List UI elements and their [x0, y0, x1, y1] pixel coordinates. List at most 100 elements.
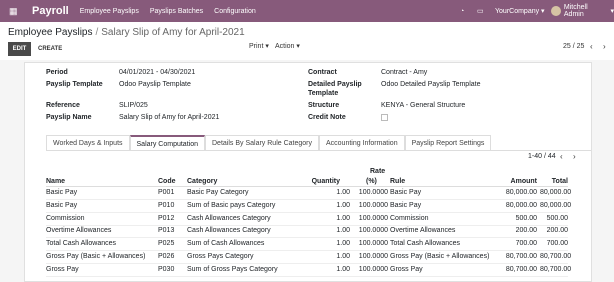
table-row[interactable]: Basic Pay P010 Sum of Basic pays Category 1…: [46, 200, 571, 213]
tabs-divider: [46, 150, 591, 151]
cell-name: Gross Pay (Basic + Allowances): [46, 253, 146, 260]
cell-amount: 80,000.00: [505, 201, 537, 209]
cell-total: 80,000.00: [540, 189, 572, 196]
cell-total: 200.00: [546, 227, 568, 235]
action-dropdown[interactable]: Action ▾: [275, 42, 300, 52]
table-row[interactable]: Gross Pay P030 Sum of Gross Pays Category 1…: [46, 264, 572, 277]
cell-rule: Gross Pay (Basic + Allowances): [390, 253, 490, 260]
payslip-name-value: Salary Slip of Amy for April-2021: [119, 114, 220, 121]
table-row[interactable]: Basic Pay P001 Basic Pay Category 1.00 100.0…: [46, 187, 572, 200]
top-navbar: ▦ Payroll Employee Payslips Payslips Bat…: [0, 0, 614, 22]
cell-quantity: 1.00: [336, 214, 350, 222]
user-menu[interactable]: Mitchell Admin ▾: [551, 0, 614, 22]
cell-rate: 100.0000: [358, 265, 388, 273]
col-name[interactable]: Name: [46, 178, 65, 185]
tab-salary-computation[interactable]: Salary Computation: [129, 135, 205, 151]
cell-total: 700.00: [546, 240, 568, 248]
menu-employee-payslips[interactable]: Employee Payslips: [80, 8, 139, 15]
cell-name: Commission: [46, 214, 85, 222]
credit-note-label: Credit Note: [308, 114, 346, 121]
cell-amount: 80,700.00: [505, 253, 537, 260]
menu-payslips-batches[interactable]: Payslips Batches: [150, 8, 203, 15]
payslip-template-label: Payslip Template: [46, 81, 103, 88]
col-rate-line1[interactable]: Rate: [370, 168, 385, 175]
cell-rate: 100.0000: [358, 189, 388, 196]
payslip-template-value[interactable]: Odoo Payslip Template: [119, 81, 191, 88]
print-label: Print: [249, 43, 264, 50]
print-dropdown[interactable]: Print ▾: [249, 42, 269, 52]
cell-name: Overtime Allowances: [46, 227, 112, 235]
discuss-chat-icon[interactable]: ▭: [477, 0, 484, 22]
reference-label: Reference: [46, 102, 80, 109]
col-category[interactable]: Category: [187, 178, 217, 185]
cell-amount: 700.00: [515, 240, 537, 248]
company-switcher[interactable]: YourCompany ▾: [495, 0, 545, 22]
col-quantity[interactable]: Quantity: [300, 178, 340, 185]
table-pager: 1-40 / 44: [528, 153, 556, 160]
tab-accounting-information[interactable]: Accounting Information: [319, 135, 405, 151]
cell-rate: 100.0000: [358, 227, 388, 235]
cell-code: P013: [158, 227, 175, 235]
cell-rate: 100.0000: [358, 240, 388, 248]
create-button[interactable]: CREATE: [38, 42, 62, 56]
structure-value[interactable]: KENYA - General Structure: [381, 102, 465, 109]
tab-worked-days[interactable]: Worked Days & Inputs: [46, 135, 130, 151]
tab-details-by-category[interactable]: Details By Salary Rule Category: [205, 135, 319, 151]
cell-code: P012: [158, 214, 175, 222]
cell-total: 500.00: [546, 214, 568, 222]
user-avatar: [551, 6, 561, 16]
cell-amount: 80,700.00: [505, 265, 537, 273]
apps-menu-icon[interactable]: ▦: [9, 6, 21, 17]
table-next-icon[interactable]: ›: [573, 152, 576, 161]
cell-name: Basic Pay: [46, 189, 78, 196]
col-rule[interactable]: Rule: [390, 178, 405, 185]
cell-total: 80,700.00: [540, 265, 572, 273]
cell-amount: 200.00: [515, 227, 537, 235]
edit-button[interactable]: EDIT: [8, 42, 31, 56]
app-brand[interactable]: Payroll: [32, 5, 69, 17]
breadcrumb-parent-link[interactable]: Employee Payslips: [8, 27, 92, 38]
col-rate-line2[interactable]: (%): [366, 178, 377, 185]
cell-rate: 100.0000: [358, 201, 388, 209]
action-label: Action: [275, 43, 295, 50]
cell-quantity: 1.00: [336, 189, 350, 196]
cell-rate: 100.0000: [358, 214, 388, 222]
payslip-name-label: Payslip Name: [46, 114, 92, 121]
tab-payslip-report-settings[interactable]: Payslip Report Settings: [404, 135, 492, 151]
cell-category: Cash Allowances Category: [187, 214, 271, 222]
credit-note-checkbox[interactable]: [381, 114, 388, 121]
cell-amount: 80,000.00: [505, 189, 537, 196]
table-row[interactable]: Overtime Allowances P013 Cash Allowances C…: [46, 225, 568, 239]
cell-name: Gross Pay: [46, 265, 79, 273]
cell-rule: Total Cash Allowances: [390, 240, 461, 248]
cell-quantity: 1.00: [336, 265, 350, 273]
cell-code: P010: [158, 201, 175, 209]
cell-quantity: 1.00: [336, 253, 350, 260]
activity-clock-icon[interactable]: ◔: [460, 0, 464, 22]
cell-name: Basic Pay: [46, 201, 78, 209]
cell-code: P030: [158, 265, 175, 273]
cell-amount: 500.00: [515, 214, 537, 222]
cell-category: Sum of Cash Allowances: [187, 240, 265, 248]
col-amount[interactable]: Amount: [490, 178, 537, 185]
col-total[interactable]: Total: [540, 178, 568, 185]
cell-rule: Commission: [390, 214, 429, 222]
detailed-template-value[interactable]: Odoo Detailed Payslip Template: [381, 81, 480, 88]
cell-code: P026: [158, 253, 175, 260]
cell-category: Cash Allowances Category: [187, 227, 271, 235]
col-code[interactable]: Code: [158, 178, 176, 185]
cell-rule: Basic Pay: [390, 189, 422, 196]
contract-value[interactable]: Contract - Amy: [381, 69, 427, 76]
table-prev-icon[interactable]: ‹: [560, 152, 563, 161]
table-row[interactable]: Gross Pay (Basic + Allowances) P026 Gross …: [46, 251, 571, 264]
table-row[interactable]: Total Cash Allowances P025 Sum of Cash All…: [46, 238, 568, 252]
pager-next-icon[interactable]: ›: [603, 42, 606, 51]
pager-prev-icon[interactable]: ‹: [590, 42, 593, 51]
cell-rule: Basic Pay: [390, 201, 422, 209]
breadcrumb-current: Salary Slip of Amy for April-2021: [101, 27, 245, 38]
table-row[interactable]: Commission P012 Cash Allowances Category 1.…: [46, 213, 568, 226]
user-name: Mitchell Admin: [563, 4, 588, 18]
breadcrumb: Employee Payslips / Salary Slip of Amy for…: [8, 27, 245, 38]
detailed-template-label-line2: Template: [308, 90, 339, 97]
menu-configuration[interactable]: Configuration: [214, 8, 256, 15]
